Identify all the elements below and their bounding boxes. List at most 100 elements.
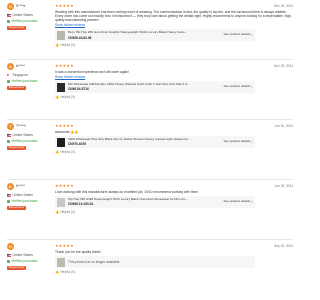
avatar: A	[7, 63, 14, 70]
product-price: CN¥66.19-150.24	[68, 202, 94, 207]
helpful-label: Helpful (0)	[60, 270, 75, 275]
product-thumbnail[interactable]	[57, 257, 65, 267]
product-price: CN¥26.40-63.06	[68, 35, 92, 40]
product-info: Hip Hop 350 GSM Heavyweight Tshirt Luxur…	[68, 198, 221, 206]
review-card: T T*****t United States ✓ Verified purch…	[7, 120, 293, 180]
review-date: Jun 28, 2024	[274, 183, 293, 188]
see-product-details-button[interactable]: See product details ›	[223, 84, 254, 89]
see-details-label: See product details	[223, 139, 251, 144]
check-icon: ✓	[7, 199, 10, 203]
reviewer-info: H United States ✓ Verified purchase Repe…	[7, 243, 55, 300]
username: A*****	[16, 64, 25, 69]
helpful-label: Helpful (0)	[60, 95, 75, 100]
product-thumbnail[interactable]	[57, 137, 65, 147]
helpful-button[interactable]: 👍 Helpful (0)	[55, 95, 293, 99]
avatar: G	[7, 3, 14, 10]
country-flag-icon	[7, 193, 11, 197]
country-row: Singapore	[7, 73, 55, 77]
review-date: Nov 25, 2024	[274, 63, 293, 68]
product-price: CN¥6.84-5716	[68, 87, 89, 92]
verified-label: Verified purchase	[11, 139, 38, 144]
verified-purchase: ✓ Verified purchase	[7, 139, 55, 143]
product-unavailable-text: This product is no longer available	[68, 259, 120, 264]
review-date: Sep 20, 2024	[274, 243, 293, 248]
see-details-label: See product details	[223, 199, 251, 204]
helpful-button[interactable]: 👍 Helpful (0)	[55, 150, 293, 154]
product-card[interactable]: OEM Wholesale Plus Size Black Zip Up Jac…	[55, 136, 255, 149]
product-card[interactable]: This product is no longer available ›	[55, 256, 255, 269]
country-name: United States	[12, 133, 33, 137]
review-text: Working with this manufacturer has been …	[55, 9, 292, 22]
product-name[interactable]: OEM Wholesale Plus Size Black Zip Up Jac…	[68, 138, 221, 142]
helpful-label: Helpful (0)	[60, 210, 75, 215]
product-info: MC Wholesale 100%Cotton 250G Heavy Washe…	[68, 83, 221, 91]
review-header: ★★★★★ Nov 25, 2024	[55, 63, 293, 68]
product-thumbnail[interactable]	[57, 30, 65, 40]
review-text: Love working with this manufacturer alwa…	[55, 189, 199, 194]
reviews-feed: G S****e United States ✓ Verified purcha…	[0, 0, 300, 300]
thumbs-up-icon: 👍	[55, 210, 60, 215]
chevron-right-icon: ›	[250, 84, 252, 89]
product-info: OEM Wholesale Plus Size Black Zip Up Jac…	[68, 138, 221, 146]
helpful-button[interactable]: 👍 Helpful (0)	[55, 43, 293, 47]
product-thumbnail[interactable]	[57, 197, 65, 207]
avatar: T	[7, 123, 14, 130]
star-rating: ★★★★★	[55, 183, 74, 188]
review-header: ★★★★★ Sep 20, 2024	[55, 243, 293, 248]
review-text: Thank you for the quality shirts!	[55, 249, 101, 254]
verified-purchase: ✓ Verified purchase	[7, 199, 55, 203]
product-card[interactable]: MC Wholesale 100%Cotton 250G Heavy Washe…	[55, 81, 255, 94]
repeat-buyer-badge: Repeat buyer	[7, 25, 27, 30]
country-flag-icon	[7, 253, 11, 257]
check-icon: ✓	[7, 79, 10, 83]
check-icon: ✓	[7, 259, 10, 263]
product-name[interactable]: Hip Hop 350 GSM Heavyweight Tshirt Luxur…	[68, 198, 221, 202]
review-card: G S****e United States ✓ Verified purcha…	[7, 0, 293, 60]
product-card[interactable]: Hip Hop 350 GSM Heavyweight Tshirt Luxur…	[55, 196, 255, 209]
country-name: United States	[12, 13, 33, 17]
review-header: ★★★★★ Dec 28, 2024	[55, 3, 293, 8]
star-rating: ★★★★★	[55, 3, 74, 8]
product-thumbnail[interactable]	[57, 82, 65, 92]
repeat-buyer-badge: Repeat buyer	[7, 145, 27, 150]
verified-label: Verified purchase	[11, 19, 38, 24]
review-body: ★★★★★ Jun 30, 2024 Awesome 👍👍 OEM Wholes…	[55, 123, 293, 179]
repeat-buyer-badge: Repeat buyer	[7, 205, 27, 210]
country-name: United States	[12, 193, 33, 197]
helpful-button[interactable]: 👍 Helpful (0)	[55, 270, 293, 274]
product-info: This product is no longer available	[68, 260, 247, 264]
helpful-label: Helpful (0)	[60, 150, 75, 155]
verified-label: Verified purchase	[11, 79, 38, 84]
product-card[interactable]: Boxy Hip Hop 280 Gsm Drop Graphic Heavyw…	[55, 29, 255, 42]
show-hidden-reviews-link[interactable]: Show hidden reviews	[55, 75, 293, 79]
verified-label: Verified purchase	[11, 199, 38, 204]
country-flag-icon	[7, 73, 11, 77]
see-details-label: See product details	[223, 84, 251, 89]
see-product-details-button[interactable]: See product details ›	[223, 32, 254, 38]
review-text: Awesome 👍👍	[55, 129, 79, 134]
user-row: A A*****	[7, 63, 55, 70]
helpful-label: Helpful (0)	[60, 43, 75, 48]
username: K*****	[16, 184, 25, 189]
user-row: T T*****t	[7, 123, 55, 130]
see-details-label: See product details	[223, 32, 251, 37]
thumbs-up-icon: 👍	[55, 270, 60, 275]
user-row: H	[7, 243, 55, 250]
verified-purchase: ✓ Verified purchase	[7, 79, 55, 83]
country-row: United States	[7, 133, 55, 137]
country-flag-icon	[7, 133, 11, 137]
helpful-button[interactable]: 👍 Helpful (0)	[55, 210, 293, 214]
show-hidden-reviews-link[interactable]: Show hidden reviews	[55, 23, 293, 27]
username: S****e	[16, 4, 26, 9]
product-name[interactable]: Boxy Hip Hop 280 Gsm Drop Graphic Heavyw…	[68, 31, 221, 35]
user-row: K K*****	[7, 183, 55, 190]
see-product-details-button[interactable]: See product details ›	[223, 139, 254, 144]
review-body: ★★★★★ Jun 28, 2024 Love working with thi…	[55, 183, 293, 239]
avatar: K	[7, 183, 14, 190]
username: T*****t	[16, 124, 26, 129]
reviewer-info: G S****e United States ✓ Verified purcha…	[7, 3, 55, 59]
verified-label: Verified purchase	[11, 259, 38, 264]
country-row: United States	[7, 253, 55, 257]
product-name[interactable]: MC Wholesale 100%Cotton 250G Heavy Washe…	[68, 83, 221, 87]
see-product-details-button[interactable]: See product details ›	[223, 199, 254, 204]
